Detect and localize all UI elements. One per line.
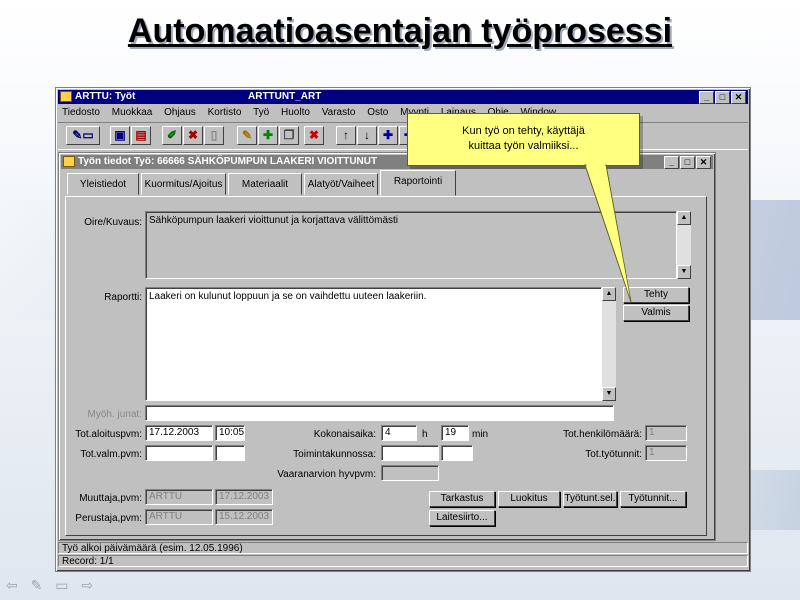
callout-tail [584,164,632,303]
